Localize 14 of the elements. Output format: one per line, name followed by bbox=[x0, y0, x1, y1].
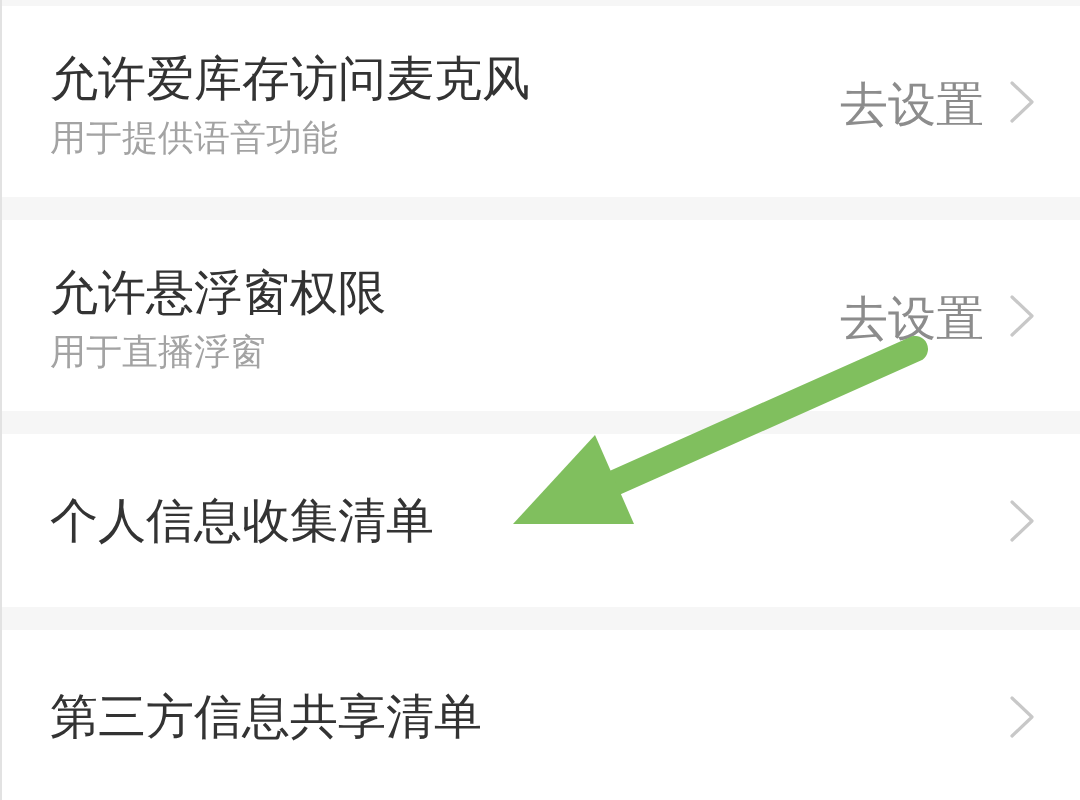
settings-row[interactable]: 个人信息收集清单 bbox=[2, 434, 1080, 607]
row-title: 第三方信息共享清单 bbox=[50, 687, 482, 746]
row-title: 个人信息收集清单 bbox=[50, 491, 434, 550]
row-subtitle: 用于提供语音功能 bbox=[50, 116, 338, 160]
chevron-right-icon bbox=[1010, 294, 1034, 337]
row-title: 允许爱库存访问麦克风 bbox=[50, 49, 530, 108]
row-subtitle: 用于直播浮窗 bbox=[50, 330, 266, 374]
chevron-right-icon bbox=[1010, 80, 1034, 123]
chevron-right-icon bbox=[1010, 695, 1034, 738]
settings-row[interactable]: 允许悬浮窗权限 用于直播浮窗 去设置 bbox=[2, 220, 1080, 411]
chevron-right-icon bbox=[1010, 499, 1034, 542]
settings-row[interactable]: 第三方信息共享清单 bbox=[2, 630, 1080, 800]
settings-row[interactable]: 允许爱库存访问麦克风 用于提供语音功能 去设置 bbox=[2, 6, 1080, 197]
row-title: 允许悬浮窗权限 bbox=[50, 263, 386, 322]
